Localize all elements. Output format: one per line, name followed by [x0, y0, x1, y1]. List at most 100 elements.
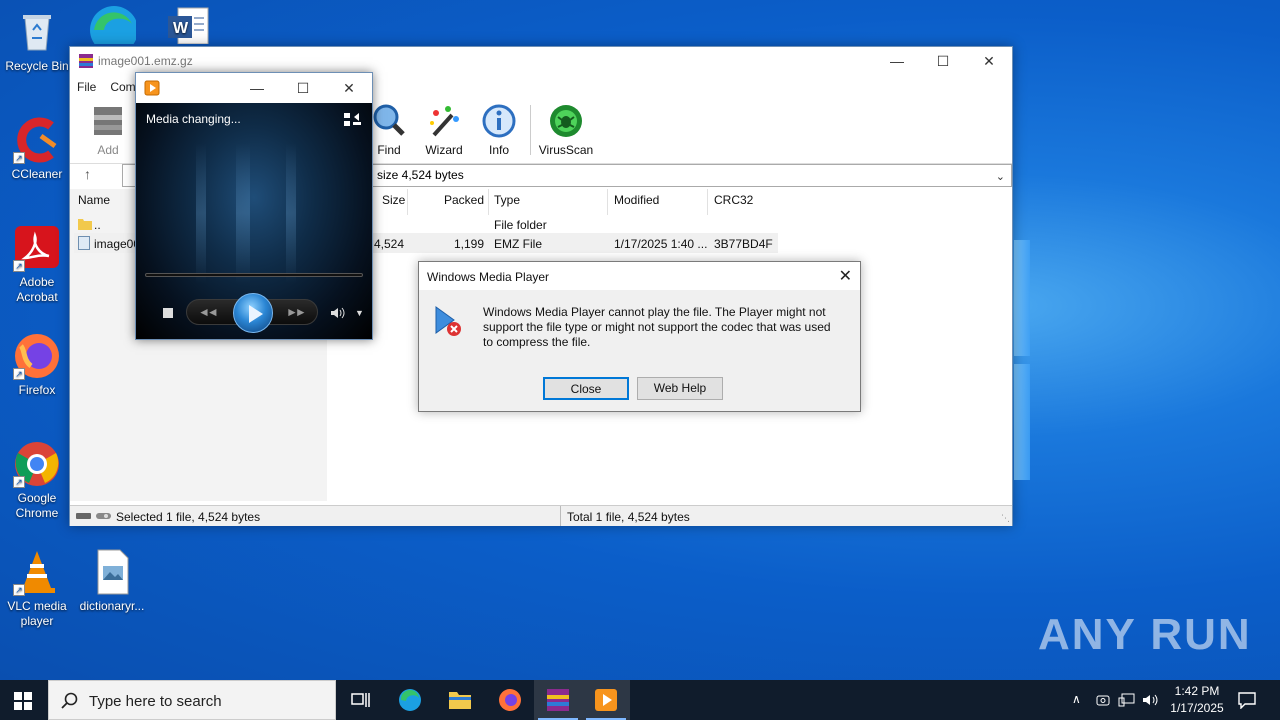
folder-icon [78, 218, 92, 233]
recycle-bin-icon [13, 8, 61, 56]
desktop-icon-firefox[interactable]: ↗ Firefox [1, 332, 73, 398]
clock-date[interactable]: 1/17/2025 [1164, 701, 1230, 715]
taskbar-file-explorer[interactable] [436, 680, 484, 720]
task-view-button[interactable] [336, 680, 384, 720]
status-selected: Selected 1 file, 4,524 bytes [116, 510, 261, 524]
svg-text:W: W [173, 20, 189, 37]
desktop-icon-recycle-bin[interactable]: Recycle Bin [1, 8, 73, 74]
close-button[interactable]: ✕ [326, 74, 372, 102]
maximize-button[interactable]: ☐ [280, 74, 326, 102]
security-icon[interactable] [1095, 692, 1111, 711]
media-player-titlebar[interactable]: — ☐ ✕ [136, 73, 372, 103]
task-view-icon [350, 691, 370, 712]
start-windows-icon[interactable] [14, 692, 32, 713]
anyrun-watermark: ANY RUN [1038, 610, 1252, 659]
add-archive-icon [90, 103, 126, 139]
toolbar-wizard-button[interactable]: Wizard [416, 99, 472, 157]
menu-file[interactable]: File [70, 77, 103, 97]
volume-icon[interactable] [330, 306, 346, 323]
show-hidden-icons-chevron-icon[interactable]: ∧ [1072, 692, 1081, 706]
toolbar-virusscan-button[interactable]: VirusScan [536, 99, 596, 157]
toolbar-separator [530, 105, 531, 155]
column-header-size[interactable]: Size [382, 193, 405, 207]
dialog-titlebar[interactable]: Windows Media Player ✕ [419, 262, 860, 290]
magnifier-icon [371, 103, 407, 139]
chevron-down-icon[interactable]: ⌄ [996, 167, 1005, 188]
taskbar-edge[interactable] [386, 680, 434, 720]
toolbar-add-button[interactable]: Add [80, 99, 136, 157]
stop-button[interactable] [163, 308, 173, 318]
desktop-icon-word[interactable]: W [160, 4, 216, 47]
taskbar-winrar[interactable] [534, 680, 582, 720]
seek-bar[interactable] [145, 273, 363, 277]
play-button[interactable] [233, 293, 273, 333]
chrome-icon: ↗ [13, 440, 61, 488]
toolbar-info-button[interactable]: Info [471, 99, 527, 157]
image-file-icon [88, 548, 136, 596]
desktop-icon-vlc[interactable]: ↗ VLC media player [1, 548, 73, 629]
previous-button[interactable]: ◄◄ [198, 305, 219, 319]
file-icon [78, 236, 90, 253]
firefox-icon [498, 688, 522, 715]
word-document-icon: W [164, 4, 212, 45]
winrar-icon [546, 688, 570, 715]
taskbar-search-box[interactable]: Type here to search [48, 680, 336, 720]
info-icon [481, 103, 517, 139]
up-arrow-icon[interactable]: ↑ [84, 166, 91, 182]
magic-wand-icon [426, 103, 462, 139]
desktop-icon-label: Firefox [18, 383, 56, 397]
desktop-icon-adobe-acrobat[interactable]: ↗ Adobe Acrobat [1, 224, 73, 305]
column-header-name[interactable]: Name [78, 193, 110, 207]
desktop-icon-label: dictionaryr... [79, 599, 145, 613]
video-area[interactable]: Media changing... ◄◄ ►► ▼ [136, 103, 372, 339]
firefox-icon: ↗ [13, 332, 61, 380]
vlc-cone-icon: ↗ [13, 548, 61, 596]
network-icon[interactable] [1118, 692, 1136, 711]
media-status-text: Media changing... [146, 112, 241, 126]
dialog-message: Windows Media Player cannot play the fil… [483, 305, 831, 349]
winrar-app-icon [78, 53, 94, 72]
desktop-icon-edge[interactable] [84, 4, 140, 54]
windows-logo-light [1014, 240, 1030, 480]
switch-to-library-icon[interactable] [343, 111, 363, 132]
close-button[interactable]: Close [543, 377, 629, 400]
media-player-window[interactable]: — ☐ ✕ Media changing... ◄◄ ►► ▼ [135, 72, 373, 340]
volume-icon[interactable] [1142, 692, 1160, 711]
error-dialog[interactable]: Windows Media Player ✕ Windows Media Pla… [418, 261, 861, 412]
adobe-acrobat-icon: ↗ [13, 224, 61, 272]
winrar-titlebar[interactable]: image001.emz.gz — ☐ ✕ [70, 47, 1012, 75]
desktop-icon-label: CCleaner [11, 167, 63, 181]
clock-time[interactable]: 1:42 PM [1164, 684, 1230, 698]
volume-dropdown-icon[interactable]: ▼ [355, 308, 364, 318]
ccleaner-icon: ↗ [13, 116, 61, 164]
desktop-icon-ccleaner[interactable]: ↗ CCleaner [1, 116, 73, 182]
dialog-close-icon[interactable]: ✕ [839, 266, 852, 286]
maximize-button[interactable]: ☐ [920, 47, 966, 75]
desktop-icon-label: VLC media player [7, 599, 67, 628]
desktop-icon-label: Recycle Bin [5, 59, 69, 73]
search-icon [61, 692, 79, 713]
close-button[interactable]: ✕ [966, 47, 1012, 75]
web-help-button[interactable]: Web Help [637, 377, 723, 400]
desktop-icon-label: Adobe Acrobat [16, 275, 58, 304]
minimize-button[interactable]: — [874, 47, 920, 75]
play-icon [249, 305, 263, 323]
window-title: image001.emz.gz [98, 54, 193, 68]
status-bar: Selected 1 file, 4,524 bytes Total 1 fil… [70, 505, 1012, 526]
desktop-icon-google-chrome[interactable]: ↗ Google Chrome [1, 440, 73, 521]
column-header-crc32[interactable]: CRC32 [714, 193, 753, 207]
taskbar-firefox[interactable] [486, 680, 534, 720]
column-header-packed[interactable]: Packed [444, 193, 484, 207]
desktop-icon-label: Google Chrome [15, 491, 59, 520]
notification-center-icon[interactable] [1238, 691, 1256, 712]
taskbar-media-player[interactable] [582, 680, 630, 720]
virus-scan-icon [548, 103, 584, 139]
column-header-modified[interactable]: Modified [614, 193, 659, 207]
resize-grip-icon[interactable]: ⋱ [1001, 513, 1010, 524]
folder-icon [448, 689, 472, 714]
column-header-type[interactable]: Type [494, 193, 520, 207]
minimize-button[interactable]: — [234, 74, 280, 102]
next-button[interactable]: ►► [286, 305, 307, 319]
edge-icon [398, 688, 422, 715]
desktop-icon-dictionary-file[interactable]: dictionaryr... [76, 548, 148, 614]
